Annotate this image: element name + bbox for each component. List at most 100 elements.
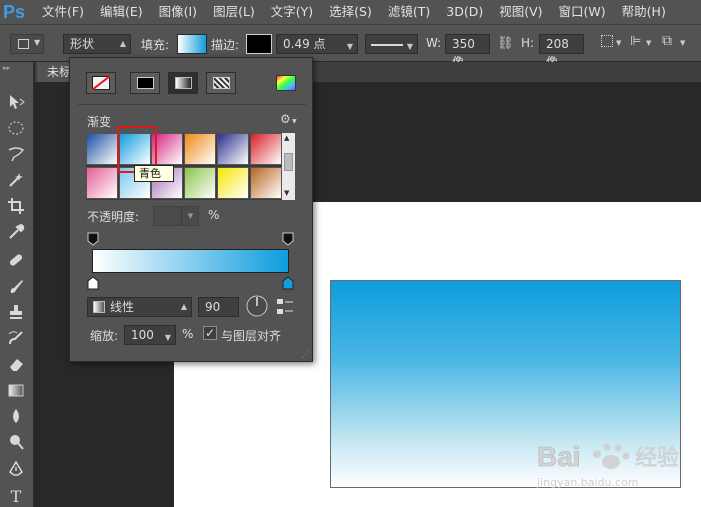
opacity-label: 不透明度: [87,210,140,224]
menu-help[interactable]: 帮助(H) [614,0,674,24]
solid-line-icon [371,44,403,46]
history-brush-tool-icon[interactable] [6,328,26,348]
divider [78,104,306,105]
scroll-up-icon[interactable]: ▲ [284,134,289,142]
healing-brush-tool-icon[interactable] [6,250,26,270]
angle-input[interactable]: 90 [198,297,239,317]
scale-percent: % [182,327,194,341]
pattern-icon [213,77,230,89]
width-input[interactable]: 350 像 [445,34,490,69]
chevron-down-icon: ▼ [680,39,686,47]
chevron-updown-icon: ▲ [119,39,126,48]
mode-dropdown[interactable]: 形状 ▲ [63,34,131,54]
scroll-down-icon[interactable]: ▼ [284,189,289,197]
fill-label: 填充: [141,38,170,52]
solid-color-button[interactable] [130,72,160,94]
menu-select[interactable]: 选择(S) [321,0,380,24]
move-tool-icon[interactable] [6,92,26,112]
scale-value: 100 [131,328,154,342]
rectangle-icon [18,39,29,49]
color-stop-right[interactable] [282,276,294,290]
menu-edit[interactable]: 编辑(E) [92,0,151,24]
svg-text:jingyan.baidu.com: jingyan.baidu.com [536,476,639,489]
presets-scrollbar[interactable]: ▲ ▼ [282,133,295,200]
blur-tool-icon[interactable] [6,406,26,426]
menu-window[interactable]: 窗口(W) [551,0,614,24]
chevron-down-icon: ▼ [181,207,199,225]
tool-preset-picker[interactable]: ▼ [10,34,44,54]
chevron-down-icon: ▼ [34,38,41,47]
eraser-tool-icon[interactable] [6,354,26,374]
angle-value: 90 [205,300,221,314]
no-fill-button[interactable] [86,72,116,94]
baidu-jingyan-watermark: Bai jingyan.baidu.com 经验 [535,432,695,492]
gradient-style-dropdown[interactable]: 线性 ▲ [87,297,192,317]
menu-image[interactable]: 图像(I) [151,0,205,24]
chevron-down-icon: ▼ [406,42,413,51]
opacity-percent: % [208,208,220,222]
scroll-thumb[interactable] [284,153,293,171]
menu-layer[interactable]: 图层(L) [205,0,263,24]
align-with-layer-checkbox[interactable]: ✓ [203,326,217,340]
path-operations-icon[interactable] [601,35,613,47]
clone-stamp-tool-icon[interactable] [6,302,26,322]
color-stop-left[interactable] [87,276,99,290]
dodge-tool-icon[interactable] [6,432,26,452]
magic-wand-tool-icon[interactable] [6,170,26,190]
chevron-updown-icon: ▲ [180,302,187,311]
color-picker-button[interactable] [276,75,296,91]
collapse-icon[interactable]: ▸▸ [3,64,10,72]
type-tool-icon[interactable]: T [6,486,26,506]
fill-swatch[interactable] [177,34,207,54]
lasso-tool-icon[interactable] [6,144,26,164]
gradient-preset-swatch[interactable] [184,133,217,165]
gradient-tool-icon[interactable] [6,380,26,400]
eyedropper-tool-icon[interactable] [6,222,26,242]
gradient-preset-swatch[interactable] [86,133,118,165]
height-label: H: [521,36,535,50]
opacity-stop-left[interactable] [87,232,99,246]
gradient-preset-swatch[interactable] [184,166,217,199]
pattern-fill-button[interactable] [206,72,236,94]
link-icon[interactable]: ⛓ [497,36,514,51]
path-arrangement-icon[interactable]: ⧉ [662,33,672,49]
chevron-down-icon: ▼ [646,39,652,47]
gradient-preset-swatch[interactable] [249,133,282,165]
chevron-down-icon: ▼ [346,42,353,51]
pen-tool-icon[interactable] [6,460,26,480]
gradient-preset-swatch[interactable] [216,133,249,165]
crop-tool-icon[interactable] [6,196,26,216]
reverse-gradient-icon[interactable] [276,298,296,316]
menu-bar: Ps 文件(F) 编辑(E) 图像(I) 图层(L) 文字(Y) 选择(S) 滤… [0,0,701,24]
chevron-down-icon: ▼ [292,118,297,125]
brush-tool-icon[interactable] [6,276,26,296]
scale-input[interactable]: 100 ▼ [124,325,176,345]
menu-file[interactable]: 文件(F) [34,0,92,24]
gradient-preview-bar[interactable] [92,249,289,273]
angle-dial-icon[interactable] [245,294,269,318]
marquee-tool-icon[interactable] [6,118,26,138]
gradient-fill-button[interactable] [168,72,198,94]
gear-icon[interactable]: ⚙ [280,112,291,126]
toolbox: ▸▸ T [0,62,34,507]
menu-type[interactable]: 文字(Y) [263,0,321,24]
gradient-preset-swatch[interactable] [249,166,282,199]
stroke-width-field[interactable]: 0.49 点 ▼ [276,34,358,54]
stroke-swatch[interactable] [246,34,272,54]
gradient-preset-swatch[interactable] [216,166,249,199]
watermark-text: 经验 [635,446,680,471]
menu-view[interactable]: 视图(V) [491,0,550,24]
resize-grip-icon[interactable]: ⋰ [302,350,310,359]
menu-3d[interactable]: 3D(D) [438,0,491,24]
gradient-presets-grid [86,133,282,200]
path-alignment-icon[interactable]: ⊫ [630,34,641,49]
width-label: W: [426,36,442,50]
opacity-input[interactable]: ▼ [153,206,199,226]
stroke-type-dropdown[interactable]: ▼ [365,34,418,54]
gradient-icon [175,77,192,89]
opacity-stop-right[interactable] [282,232,294,246]
gradient-preset-swatch[interactable] [86,166,118,199]
linear-gradient-icon [93,301,105,313]
menu-filter[interactable]: 滤镜(T) [380,0,438,24]
height-input[interactable]: 208 像 [539,34,584,69]
